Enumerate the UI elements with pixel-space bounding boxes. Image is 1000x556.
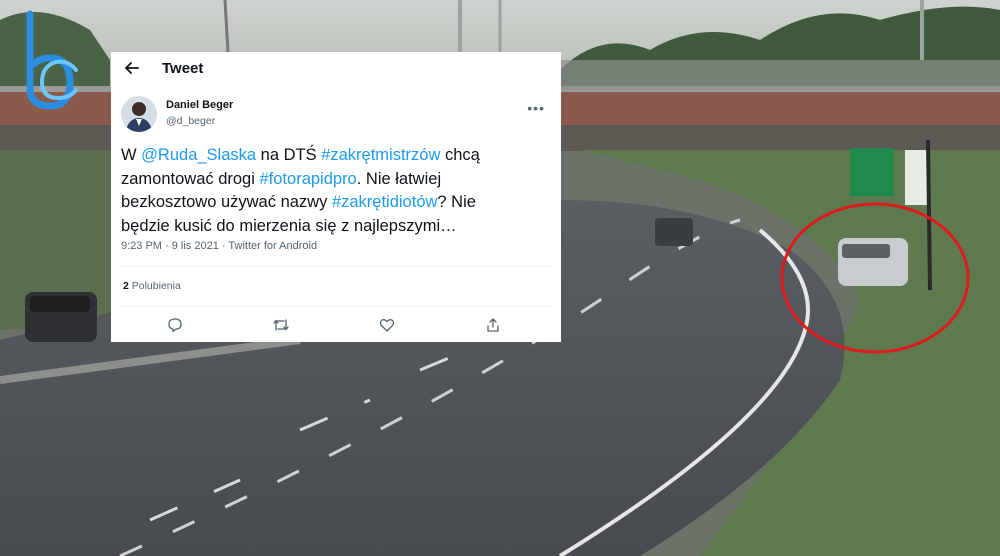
divider bbox=[121, 306, 551, 307]
action-bar bbox=[111, 314, 561, 336]
reply-icon bbox=[168, 318, 182, 333]
hashtag-link[interactable]: #zakrętidiotów bbox=[332, 193, 437, 211]
header-title: Tweet bbox=[162, 59, 204, 77]
logo-icon bbox=[26, 10, 78, 110]
author-row: Daniel Beger @d_beger ••• bbox=[121, 96, 551, 132]
hashtag-link[interactable]: #fotorapidpro bbox=[260, 170, 357, 188]
likes-count[interactable]: 2 Polubienia bbox=[123, 280, 181, 292]
text-part: W bbox=[121, 146, 142, 164]
share-icon bbox=[487, 318, 499, 332]
avatar-image bbox=[121, 96, 157, 132]
like-button[interactable] bbox=[375, 314, 399, 336]
tweet-header: Tweet bbox=[111, 52, 561, 84]
divider bbox=[121, 266, 551, 267]
back-arrow-icon bbox=[125, 62, 139, 74]
tweet-card: Tweet Daniel Beger @d_beger ••• W @Ruda_… bbox=[111, 52, 561, 342]
hashtag-link[interactable]: #zakrętmistrzów bbox=[321, 146, 440, 164]
author-handle[interactable]: @d_beger bbox=[166, 115, 215, 127]
likes-label: Polubienia bbox=[128, 280, 181, 292]
reply-button[interactable] bbox=[163, 314, 187, 336]
text-part: na DTŚ bbox=[256, 146, 322, 164]
author-name[interactable]: Daniel Beger bbox=[166, 99, 233, 111]
retweet-button[interactable] bbox=[269, 314, 293, 336]
tweet-text: W @Ruda_Slaska na DTŚ #zakrętmistrzów ch… bbox=[121, 144, 491, 238]
mention-link[interactable]: @Ruda_Slaska bbox=[141, 146, 256, 164]
tweet-timestamp[interactable]: 9:23 PM · 9 lis 2021 · Twitter for Andro… bbox=[121, 240, 317, 252]
more-icon[interactable]: ••• bbox=[527, 100, 545, 116]
avatar[interactable] bbox=[121, 96, 157, 132]
retweet-icon bbox=[273, 319, 289, 331]
share-button[interactable] bbox=[481, 314, 505, 336]
back-button[interactable] bbox=[115, 53, 149, 83]
like-icon bbox=[379, 319, 395, 332]
